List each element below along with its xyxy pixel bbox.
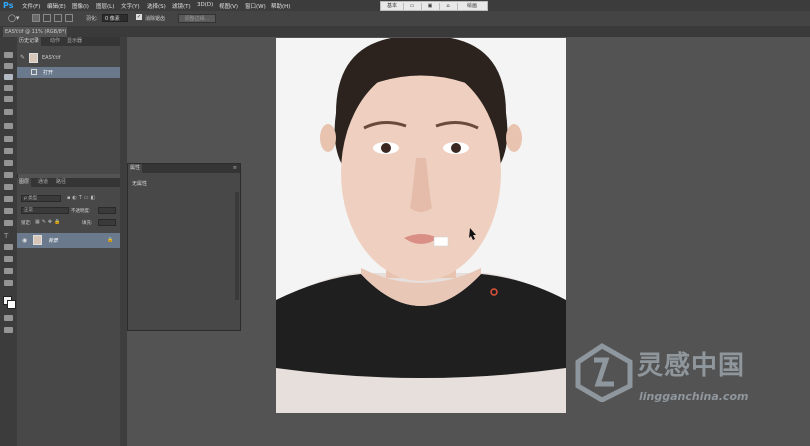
menu-window[interactable]: 窗口(W) <box>245 2 266 10</box>
portrait-photo <box>276 38 566 413</box>
panel-dock-gutter <box>120 37 127 446</box>
refine-edge-button[interactable]: 调整边缘... <box>178 14 216 23</box>
menu-filter[interactable]: 滤镜(T) <box>172 2 191 10</box>
workspace-switcher[interactable]: 基本 ▭ ▣ ⌂ 绘画 <box>380 1 488 11</box>
menu-file[interactable]: 文件(F) <box>22 2 40 10</box>
blur-tool-icon[interactable] <box>4 196 13 202</box>
feather-label: 羽化: <box>86 16 98 22</box>
watermark-logo-icon <box>575 343 633 402</box>
screen-mode-icon[interactable] <box>4 327 13 333</box>
watermark-url-text: lingganchina.com <box>639 390 749 403</box>
healing-brush-icon[interactable] <box>4 123 13 129</box>
history-panel: 历史记录 动作 显示器 ✎ EASY.tif 打开 <box>17 37 121 174</box>
tab-paths[interactable]: 路径 <box>54 178 68 187</box>
new-selection-icon[interactable] <box>32 14 40 22</box>
menu-type[interactable]: 文字(Y) <box>121 2 140 10</box>
layer-thumbnail <box>33 235 42 245</box>
type-tool-icon[interactable]: T <box>4 232 13 240</box>
document-tab-bar <box>0 26 810 37</box>
panel-menu-icon[interactable]: ≡ <box>233 165 237 171</box>
snapshot-name: EASY.tif <box>42 55 61 61</box>
toolbox: T <box>0 37 18 446</box>
opacity-input[interactable] <box>98 207 116 214</box>
properties-panel: 属性 ≡ 无属性 <box>127 163 241 331</box>
intersect-selection-icon[interactable] <box>65 14 73 22</box>
gradient-tool-icon[interactable] <box>4 184 13 190</box>
history-brush-icon[interactable] <box>4 160 13 166</box>
eyedropper-tool-icon[interactable] <box>4 109 13 115</box>
path-select-icon[interactable] <box>4 244 13 250</box>
layer-kind-filter[interactable]: ρ 类型 <box>21 195 61 202</box>
workspace-basic[interactable]: 基本 <box>383 3 401 10</box>
workspace-paint[interactable]: 绘画 <box>457 3 486 10</box>
watermark: 灵感中国 lingganchina.com <box>574 342 810 410</box>
zoom-tool-icon[interactable] <box>4 280 13 286</box>
visibility-eye-icon[interactable]: ◉ <box>22 237 27 244</box>
app-logo: Ps <box>3 1 14 10</box>
tab-actions[interactable]: 动作 <box>48 37 62 46</box>
layer-name: 背景 <box>48 238 59 244</box>
eraser-tool-icon[interactable] <box>4 172 13 178</box>
lock-icons[interactable]: ▦✎✥🔒 <box>35 219 62 225</box>
screen-mode-icon[interactable]: ▭ <box>403 3 420 10</box>
history-state-label: 打开 <box>43 70 54 76</box>
clone-stamp-icon[interactable] <box>4 148 13 154</box>
fill-input[interactable] <box>98 219 116 226</box>
hand-tool-icon[interactable] <box>4 268 13 274</box>
lock-label: 锁定: <box>21 221 32 226</box>
layer-lock-icon: 🔒 <box>107 237 114 243</box>
home-icon[interactable]: ⌂ <box>439 3 456 10</box>
document-canvas[interactable] <box>276 38 566 413</box>
quick-select-tool-icon[interactable] <box>4 85 13 91</box>
tab-properties[interactable]: 属性 <box>128 164 143 173</box>
tab-channels[interactable]: 通道 <box>36 178 50 187</box>
history-panel-tabs: 历史记录 动作 显示器 <box>17 37 120 46</box>
menu-select[interactable]: 选择(S) <box>147 2 166 10</box>
antialias-label: 消除锯齿 <box>145 16 166 22</box>
document-icon <box>31 69 37 75</box>
shape-tool-icon[interactable] <box>4 256 13 262</box>
menu-help[interactable]: 帮助(H) <box>271 2 290 10</box>
marquee-tool-icon[interactable] <box>4 63 13 69</box>
tab-layers[interactable]: 图层 <box>17 178 32 187</box>
properties-panel-tabs: 属性 ≡ <box>128 164 240 173</box>
background-color-icon[interactable] <box>7 300 16 309</box>
lasso-tool-icon[interactable]: ◯▾ <box>8 14 19 22</box>
menu-layer[interactable]: 图层(L) <box>96 2 114 10</box>
menu-3d[interactable]: 3D(D) <box>197 2 213 8</box>
layers-panel-tabs: 图层 通道 路径 <box>17 178 120 187</box>
menu-image[interactable]: 图像(I) <box>72 2 89 10</box>
history-state-open[interactable]: 打开 <box>17 67 120 78</box>
layers-panel: 图层 通道 路径 ρ 类型 ▪◐T▭◧ 正常 不透明度: 锁定: ▦✎✥🔒 填充… <box>17 178 121 446</box>
blend-mode-select[interactable]: 正常 <box>21 207 69 214</box>
brush-source-icon[interactable]: ✎ <box>20 54 25 61</box>
antialias-checkbox[interactable]: ✓ <box>136 14 142 20</box>
watermark-cn-text: 灵感中国 <box>637 351 746 381</box>
no-properties-text: 无属性 <box>132 181 148 187</box>
dodge-tool-icon[interactable] <box>4 208 13 214</box>
history-snapshot[interactable]: ✎ EASY.tif <box>17 51 120 65</box>
subtract-selection-icon[interactable] <box>54 14 62 22</box>
properties-scrollbar[interactable] <box>235 192 239 300</box>
snapshot-thumbnail <box>29 53 38 63</box>
pen-tool-icon[interactable] <box>4 220 13 226</box>
menu-edit[interactable]: 编辑(E) <box>47 2 66 10</box>
tab-monitor[interactable]: 显示器 <box>65 37 84 46</box>
layer-row-background[interactable]: ◉ 背景 🔒 <box>17 233 120 248</box>
menu-view[interactable]: 视图(V) <box>219 2 238 10</box>
brush-tool-icon[interactable] <box>4 136 13 142</box>
fill-label: 填充: <box>82 221 93 226</box>
move-tool-icon[interactable] <box>4 52 13 58</box>
opacity-label: 不透明度: <box>71 209 91 214</box>
arrange-icon[interactable]: ▣ <box>421 3 438 10</box>
add-selection-icon[interactable] <box>43 14 51 22</box>
feather-input[interactable]: 0 像素 <box>102 14 128 22</box>
tab-history[interactable]: 历史记录 <box>17 37 42 46</box>
document-tab[interactable]: EASY.tif @ 11% (RGB/8*) <box>3 27 67 37</box>
lasso-tool-icon[interactable] <box>4 74 13 80</box>
quick-mask-icon[interactable] <box>4 315 13 321</box>
crop-tool-icon[interactable] <box>4 96 13 102</box>
filter-icons[interactable]: ▪◐T▭◧ <box>67 195 97 201</box>
